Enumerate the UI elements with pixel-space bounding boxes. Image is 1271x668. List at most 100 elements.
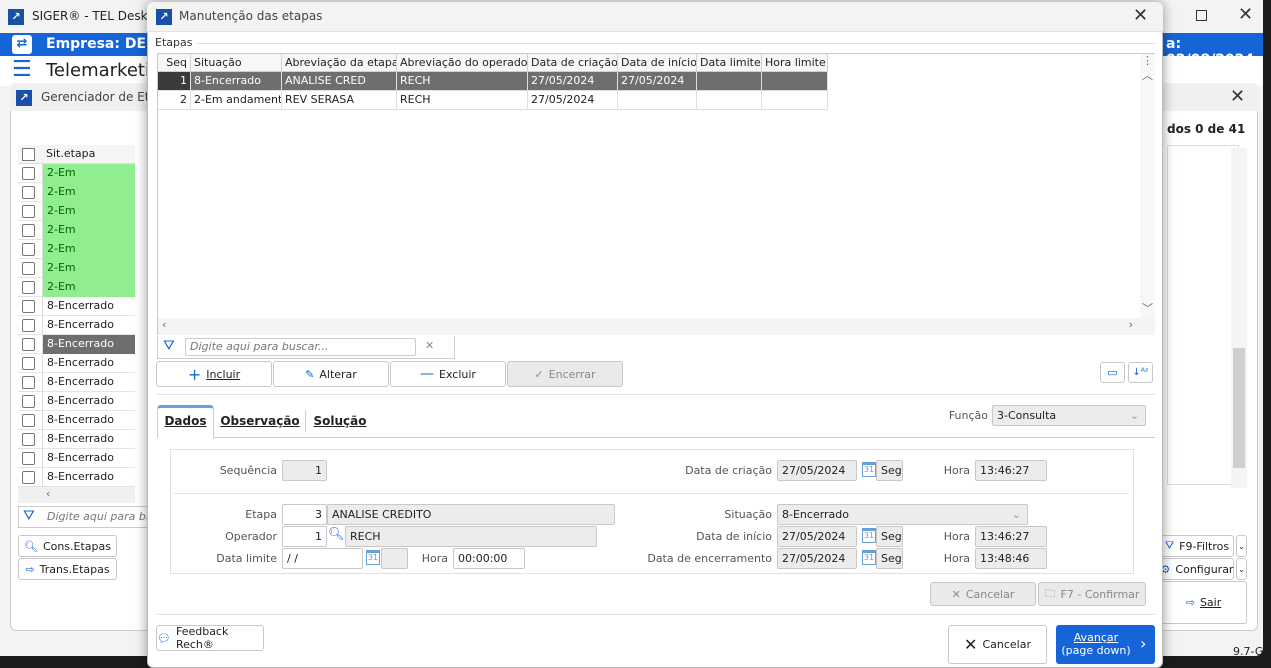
list-hscroll[interactable]: ‹ — [18, 487, 135, 503]
column-header[interactable]: Abreviação da etapa — [282, 54, 397, 72]
row-status: 8-Encerrado — [42, 468, 135, 487]
list-row[interactable]: 8-Encerrado — [18, 316, 135, 335]
cancelar-form-button[interactable]: ✕ Cancelar — [930, 582, 1036, 606]
row-checkbox[interactable] — [22, 243, 35, 256]
trans-etapas-label: Trans.Etapas — [39, 562, 110, 576]
calendar-icon[interactable]: 31 — [862, 462, 876, 477]
list-row[interactable]: 2-Em andamento — [18, 259, 135, 292]
sair-button[interactable]: ⇨ Sair — [1160, 581, 1247, 624]
list-row[interactable]: 8-Encerrado — [18, 354, 135, 373]
column-sit-etapa[interactable]: Sit.etapa — [46, 147, 95, 160]
tab-dados[interactable]: Dados — [157, 405, 214, 437]
operador-code-field[interactable]: 1 — [282, 526, 327, 547]
list-row[interactable]: 2-Em andamento — [18, 278, 135, 311]
situacao-select[interactable]: 8-Encerrado ⌄ — [777, 504, 1028, 525]
column-header[interactable]: Situação — [191, 54, 282, 72]
row-checkbox[interactable] — [22, 376, 35, 389]
list-row[interactable]: 8-Encerrado — [18, 335, 135, 354]
alterar-button[interactable]: ✎ Alterar — [273, 361, 389, 387]
avancar-button[interactable]: Avançar (page down) › — [1056, 625, 1155, 664]
column-header[interactable]: Hora limite — [762, 54, 828, 72]
encerrar-button[interactable]: ✓ Encerrar — [507, 361, 623, 387]
calendar-icon[interactable]: 31 — [366, 550, 380, 565]
calendar-icon[interactable]: 31 — [862, 550, 876, 565]
column-header[interactable]: Data limite — [697, 54, 762, 72]
sort-button[interactable]: ↓ᴬᶻ — [1128, 362, 1153, 383]
list-row[interactable]: 8-Encerrado — [18, 430, 135, 449]
list-row[interactable]: 8-Encerrado — [18, 373, 135, 392]
row-checkbox[interactable] — [22, 205, 35, 218]
row-checkbox[interactable] — [22, 357, 35, 370]
excluir-button[interactable]: — Excluir — [390, 361, 506, 387]
hora-criacao-label: Hora — [943, 464, 970, 477]
menu-icon[interactable]: ☰ — [12, 59, 32, 81]
configurar-dropdown[interactable]: ⌄ — [1236, 558, 1247, 580]
grid-vscroll[interactable]: ⋮ ︿ — [1140, 54, 1155, 318]
list-row[interactable]: 8-Encerrado — [18, 297, 135, 316]
row-checkbox[interactable] — [22, 224, 35, 237]
confirmar-button[interactable]: 🗀 F7 - Confirmar — [1038, 582, 1146, 606]
list-row[interactable]: 2-Em andamento — [18, 164, 135, 197]
tab-observacao[interactable]: Observação — [219, 405, 301, 437]
row-checkbox[interactable] — [22, 471, 35, 484]
list-row[interactable]: 2-Em andamento — [18, 183, 135, 216]
column-header[interactable]: Data de criação — [528, 54, 618, 72]
hora-criacao-field[interactable]: 13:46:27 — [975, 460, 1047, 481]
etapa-code-field[interactable]: 3 — [282, 504, 327, 525]
filtros-dropdown[interactable]: ⌄ — [1236, 535, 1247, 557]
funcao-select[interactable]: 3-Consulta ⌄ — [992, 405, 1146, 426]
data-encerramento-field[interactable]: 27/05/2024 — [777, 548, 857, 569]
column-header[interactable]: Abreviação do operador — [397, 54, 528, 72]
list-row[interactable]: 2-Em andamento — [18, 202, 135, 235]
list-row[interactable]: 8-Encerrado — [18, 392, 135, 411]
hora-encerramento-field[interactable]: 13:48:46 — [975, 548, 1047, 569]
close-dialog-button[interactable]: ✕ — [1133, 7, 1148, 25]
search-operador-icon[interactable]: 🔍︎ — [328, 527, 345, 542]
close-main-button[interactable]: ✕ — [1238, 6, 1253, 24]
row-checkbox[interactable] — [22, 452, 35, 465]
list-row[interactable]: 2-Em andamento — [18, 221, 135, 254]
manager-vscroll[interactable] — [1231, 148, 1247, 488]
list-row[interactable]: 8-Encerrado — [18, 449, 135, 468]
row-checkbox[interactable] — [22, 433, 35, 446]
grid-hscroll[interactable]: ‹ › — [158, 318, 1155, 335]
incluir-button[interactable]: + Incluir — [156, 361, 272, 387]
row-checkbox[interactable] — [22, 167, 35, 180]
grid-search-input[interactable]: Digite aqui para buscar... — [185, 338, 416, 356]
cons-etapas-button[interactable]: 🔍︎ Cons.Etapas — [18, 535, 117, 557]
feedback-button[interactable]: 💬︎ Feedback Rech® — [156, 625, 264, 651]
row-checkbox[interactable] — [22, 281, 35, 294]
data-inicio-field[interactable]: 27/05/2024 — [777, 526, 857, 547]
close-manager-button[interactable]: ✕ — [1230, 88, 1245, 106]
data-criacao-field[interactable]: 27/05/2024 — [777, 460, 857, 481]
maximize-button[interactable] — [1196, 10, 1207, 21]
scroll-down-icon[interactable]: ﹀ — [1140, 300, 1155, 316]
configurar-button[interactable]: ⚙ Configurar — [1160, 558, 1234, 580]
column-header[interactable]: Data de início — [618, 54, 697, 72]
data-criacao-label: Data de criação — [685, 464, 772, 477]
layout-button[interactable]: ▭ — [1100, 362, 1125, 383]
row-checkbox[interactable] — [22, 338, 35, 351]
select-all-checkbox[interactable] — [22, 148, 35, 161]
row-checkbox[interactable] — [22, 395, 35, 408]
tab-solucao[interactable]: Solução — [310, 405, 370, 437]
hora-inicio-field[interactable]: 13:46:27 — [975, 526, 1047, 547]
cancelar-button[interactable]: ✕ Cancelar — [948, 625, 1047, 664]
data-limite-field[interactable]: / / — [282, 548, 363, 569]
list-row[interactable]: 8-Encerrado — [18, 411, 135, 430]
row-checkbox[interactable] — [22, 319, 35, 332]
row-checkbox[interactable] — [22, 414, 35, 427]
list-row[interactable]: 2-Em andamento — [18, 240, 135, 273]
switch-company-icon[interactable]: ⇄ — [12, 35, 32, 54]
hora-limite-field[interactable]: 00:00:00 — [453, 548, 525, 569]
column-header[interactable]: Seq — [158, 54, 191, 72]
calendar-icon[interactable]: 31 — [862, 528, 876, 543]
list-row[interactable]: 8-Encerrado — [18, 468, 135, 487]
sequencia-field[interactable]: 1 — [282, 460, 327, 481]
row-checkbox[interactable] — [22, 262, 35, 275]
f9-filtros-button[interactable]: ⛛ F9-Filtros — [1160, 535, 1234, 557]
row-checkbox[interactable] — [22, 186, 35, 199]
trans-etapas-button[interactable]: ⇨ Trans.Etapas — [18, 558, 117, 580]
clear-search-icon[interactable]: ✕ — [425, 339, 434, 352]
row-checkbox[interactable] — [22, 300, 35, 313]
